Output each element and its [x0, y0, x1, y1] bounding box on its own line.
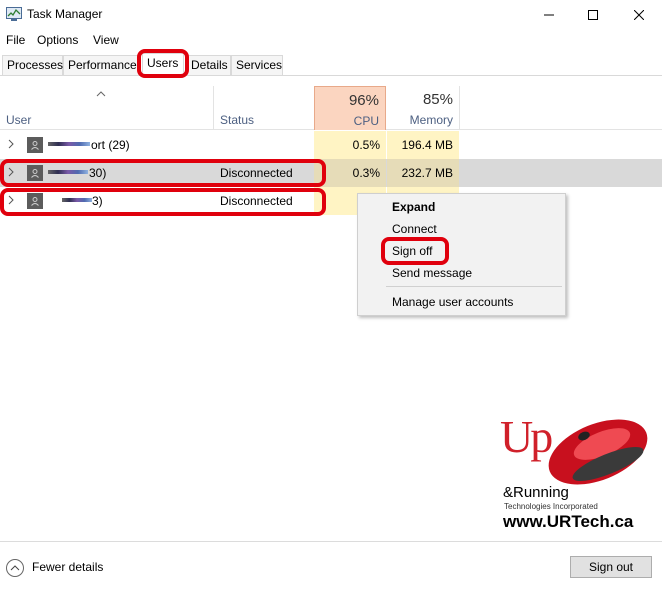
- column-divider: [213, 86, 214, 130]
- close-icon: [634, 10, 644, 20]
- memory-total-percent: 85%: [422, 91, 453, 108]
- menu-item-send-message[interactable]: Send message: [392, 266, 472, 280]
- sign-off-highlight: [381, 237, 449, 265]
- minimize-button[interactable]: [526, 0, 572, 30]
- column-header: User Status 96% CPU 85% Memory: [0, 86, 662, 130]
- menu-file[interactable]: File: [6, 33, 25, 47]
- maximize-icon: [588, 10, 598, 20]
- computer-mouse-icon: [548, 419, 648, 485]
- redacted-name: [48, 142, 90, 146]
- tab-details[interactable]: Details: [186, 55, 231, 75]
- tab-bar: Processes Performance Users Details Serv…: [0, 53, 662, 76]
- table-row[interactable]: ort (29) 0.5% 196.4 MB: [0, 131, 662, 159]
- cpu-label: CPU: [353, 114, 379, 128]
- sign-out-button[interactable]: Sign out: [570, 556, 652, 578]
- tab-processes[interactable]: Processes: [2, 55, 63, 75]
- logo-tagline: Technologies Incorporated: [504, 502, 598, 511]
- fewer-details-link[interactable]: Fewer details: [32, 560, 103, 574]
- sort-ascending-icon: [96, 91, 106, 97]
- user-column-header[interactable]: User: [6, 113, 31, 127]
- chevron-right-icon[interactable]: [6, 139, 16, 149]
- logo-website: www.URTech.ca: [503, 512, 634, 531]
- menu-bar: File Options View: [0, 30, 662, 50]
- menu-view[interactable]: View: [93, 33, 119, 47]
- minimize-icon: [544, 14, 554, 16]
- footer: Fewer details Sign out: [0, 541, 662, 589]
- title-bar: Task Manager: [0, 0, 662, 30]
- menu-item-expand[interactable]: Expand: [392, 200, 435, 214]
- memory-value: 232.7 MB: [387, 159, 459, 187]
- menu-item-connect[interactable]: Connect: [392, 222, 437, 236]
- window-title: Task Manager: [27, 7, 103, 21]
- status-column-header[interactable]: Status: [220, 113, 254, 127]
- user-name: ort (29): [91, 138, 130, 152]
- menu-separator: [386, 286, 562, 287]
- menu-item-manage-user-accounts[interactable]: Manage user accounts: [392, 295, 513, 309]
- memory-label: Memory: [409, 113, 453, 127]
- task-manager-icon: [6, 7, 22, 21]
- menu-options[interactable]: Options: [37, 33, 78, 47]
- maximize-button[interactable]: [570, 0, 616, 30]
- users-tab-highlight: [137, 49, 189, 78]
- cpu-value: 0.5%: [314, 131, 386, 159]
- cpu-total-percent: 96%: [348, 92, 379, 109]
- close-button[interactable]: [616, 0, 662, 30]
- disconnected-row-highlight: [0, 188, 326, 216]
- tab-performance[interactable]: Performance: [63, 55, 141, 75]
- chevron-up-icon[interactable]: [6, 559, 24, 577]
- disconnected-row-highlight: [0, 159, 326, 187]
- user-avatar-icon: [27, 137, 43, 153]
- tab-services[interactable]: Services: [231, 55, 283, 75]
- logo-running-text: &Running: [503, 484, 569, 501]
- column-divider: [459, 86, 460, 130]
- urtech-logo: Up &Running Technologies Incorporated ww…: [500, 411, 658, 534]
- cpu-column-header[interactable]: 96% CPU: [314, 86, 386, 130]
- memory-value: 196.4 MB: [387, 131, 459, 159]
- memory-column-header[interactable]: 85% Memory: [387, 86, 459, 130]
